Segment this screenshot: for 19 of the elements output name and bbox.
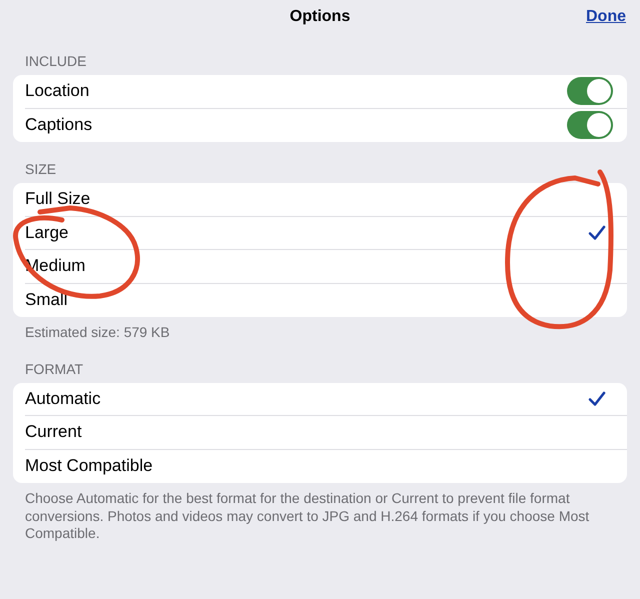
option-row[interactable]: Large: [25, 222, 68, 243]
window-title: Options: [290, 8, 350, 26]
toggle-switch[interactable]: [567, 111, 613, 140]
section-footer: Choose Automatic for the best format for the destination or Current to prevent file format conversions. Photos and videos may convert to JPG and H.264 formats if you choose Most Compatible.: [13, 483, 627, 542]
done-button[interactable]: Done: [586, 8, 626, 26]
section-header: SIZE: [24, 160, 58, 179]
option-row[interactable]: Current: [25, 422, 82, 442]
section-header: FORMAT: [24, 360, 84, 378]
row-label: Captions: [25, 115, 92, 136]
section-footer: Estimated size: 579 KB: [13, 317, 627, 342]
checkmark-icon: [588, 390, 606, 407]
option-row[interactable]: Automatic: [25, 388, 101, 409]
option-row[interactable]: Most Compatible: [25, 456, 153, 476]
option-row[interactable]: Small: [25, 290, 68, 310]
section-header: INCLUDE: [24, 52, 88, 71]
option-row[interactable]: Full Size: [25, 189, 90, 210]
toggle-switch[interactable]: [567, 77, 613, 106]
row-label: Location: [25, 81, 90, 102]
checkmark-icon: [588, 224, 606, 241]
